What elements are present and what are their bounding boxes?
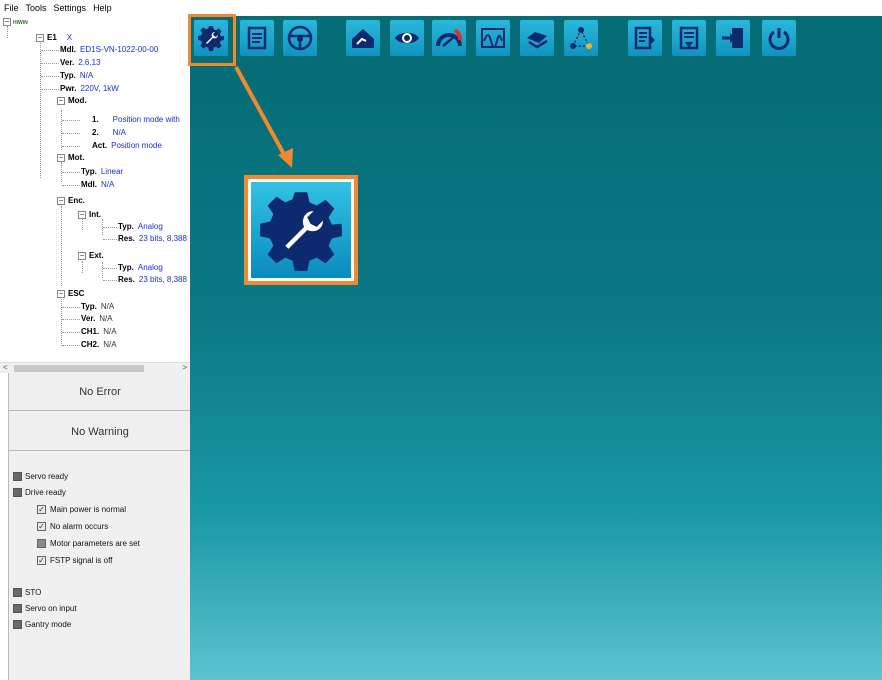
zoomed-configuration-wizard-icon: [244, 175, 358, 285]
callout-arrow: [234, 66, 293, 168]
